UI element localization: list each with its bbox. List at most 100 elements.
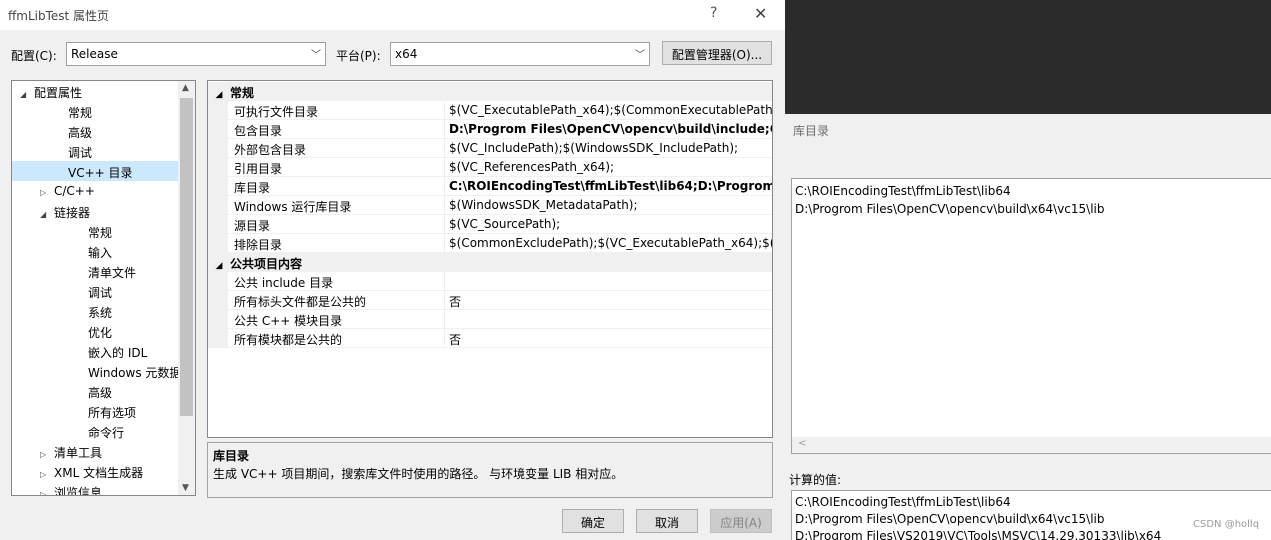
platform-combo[interactable]: x64 ﹀ — [390, 42, 650, 66]
property-value[interactable]: $(VC_IncludePath);$(WindowsSDK_IncludePa… — [444, 139, 772, 158]
horizontal-scrollbar[interactable]: < — [792, 437, 1271, 453]
expand-icon[interactable]: ▷ — [40, 188, 54, 197]
grid-row[interactable]: 源目录 $(VC_SourcePath); — [208, 215, 772, 234]
tree-item[interactable]: 调试 — [12, 281, 178, 301]
grid-row[interactable]: 可执行文件目录 $(VC_ExecutablePath_x64);$(Common… — [208, 101, 772, 120]
tree-item-label: 浏览信息 — [54, 486, 103, 496]
tree-item[interactable]: 嵌入的 IDL — [12, 341, 178, 361]
config-manager-button[interactable]: 配置管理器(O)... — [662, 41, 772, 65]
property-tree[interactable]: ▷ 浏览信息 ▷ XML 文档生成器 ▷ 清单工具 命令行 所有选项 高级 Windows 元数据… — [11, 80, 196, 496]
scroll-up-icon[interactable]: ▲ — [182, 83, 189, 93]
tree-item[interactable]: 命令行 — [12, 421, 178, 441]
expand-icon[interactable]: ▷ — [40, 450, 54, 459]
property-grid[interactable]: ◢ 常规 可执行文件目录 $(VC_ExecutablePath_x64);$(Com… — [207, 80, 773, 438]
tree-item-label: 高级 — [68, 126, 93, 140]
list-item: D:\Progrom Files\OpenCV\opencv\build\x64… — [795, 512, 1105, 526]
config-label: 配置(C): — [11, 49, 57, 63]
grid-category[interactable]: ◢ 公共项目内容 — [208, 253, 772, 272]
tree-item[interactable]: 所有选项 — [12, 401, 178, 421]
property-name: Windows 运行库目录 — [234, 200, 352, 214]
grid-gutter — [208, 158, 228, 177]
list-item[interactable]: C:\ROIEncodingTest\ffmLibTest\lib64 — [795, 184, 1011, 198]
tree-item[interactable]: ▷ C/C++ — [12, 181, 178, 201]
tree-item[interactable]: 高级 — [12, 381, 178, 401]
tree-item[interactable]: 清单文件 — [12, 261, 178, 281]
property-value[interactable] — [444, 310, 772, 329]
tree-item[interactable]: 调试 — [12, 141, 178, 161]
collapse-icon[interactable]: ◢ — [20, 90, 34, 99]
property-value[interactable]: $(VC_ReferencesPath_x64); — [444, 158, 772, 177]
grid-row[interactable]: 公共 C++ 模块目录 — [208, 310, 772, 329]
expand-icon[interactable]: ▷ — [40, 490, 54, 495]
tree-item[interactable]: 常规 — [12, 101, 178, 121]
tree-item[interactable]: Windows 元数据 — [12, 361, 181, 381]
tree-item[interactable]: ▷ 浏览信息 — [12, 481, 178, 496]
property-name: 排除目录 — [234, 238, 283, 252]
window-title: ffmLibTest 属性页 — [8, 9, 110, 23]
tree-item[interactable]: ▷ XML 文档生成器 — [12, 461, 178, 481]
list-item[interactable]: D:\Progrom Files\OpenCV\opencv\build\x64… — [795, 202, 1105, 216]
property-name: 源目录 — [234, 219, 271, 233]
help-icon[interactable]: ? — [710, 5, 717, 21]
computed-values-list: C:\ROIEncodingTest\ffmLibTest\lib64 D:\P… — [791, 490, 1271, 540]
collapse-icon[interactable]: ◢ — [40, 210, 54, 219]
tree-item[interactable]: VC++ 目录 — [12, 161, 178, 181]
collapse-icon[interactable]: ◢ — [208, 90, 230, 100]
property-value[interactable]: D:\Progrom Files\OpenCV\opencv\build\inc… — [444, 120, 772, 139]
config-combo[interactable]: Release ﹀ — [66, 42, 326, 66]
tree-item[interactable]: ◢ 链接器 — [12, 201, 178, 221]
scroll-thumb[interactable] — [180, 98, 193, 416]
property-value[interactable]: $(VC_SourcePath); — [444, 215, 772, 234]
list-item: D:\Progrom Files\VS2019\VC\Tools\MSVC\14… — [795, 529, 1162, 540]
collapse-icon[interactable]: ◢ — [208, 261, 230, 271]
property-value[interactable]: $(VC_ExecutablePath_x64);$(CommonExecuta… — [444, 101, 772, 120]
tree-item-label: 嵌入的 IDL — [88, 346, 148, 360]
grid-row[interactable]: 所有标头文件都是公共的 否 — [208, 291, 772, 310]
directory-list[interactable]: C:\ROIEncodingTest\ffmLibTest\lib64 D:\P… — [791, 178, 1271, 454]
property-value[interactable]: 否 — [444, 329, 772, 348]
scroll-down-icon[interactable]: ▼ — [182, 483, 189, 493]
property-value[interactable] — [444, 272, 772, 291]
tree-item[interactable]: 常规 — [12, 221, 178, 241]
property-value[interactable]: 否 — [444, 291, 772, 310]
grid-category-label: 常规 — [230, 86, 255, 100]
ok-button[interactable]: 确定 — [562, 509, 624, 533]
property-value[interactable]: $(WindowsSDK_MetadataPath); — [444, 196, 772, 215]
grid-row[interactable]: 所有模块都是公共的 否 — [208, 329, 772, 348]
grid-category-label: 公共项目内容 — [230, 257, 303, 271]
grid-gutter — [208, 101, 228, 120]
grid-row[interactable]: 排除目录 $(CommonExcludePath);$(VC_Executable… — [208, 234, 772, 253]
property-value[interactable]: C:\ROIEncodingTest\ffmLibTest\lib64;D:\P… — [444, 177, 772, 196]
tree-item[interactable]: 高级 — [12, 121, 178, 141]
description-text: 生成 VC++ 项目期间，搜索库文件时使用的路径。 与环境变量 LIB 相对应。 — [213, 467, 624, 481]
cancel-button[interactable]: 取消 — [636, 509, 698, 533]
description-panel: 库目录 生成 VC++ 项目期间，搜索库文件时使用的路径。 与环境变量 LIB … — [207, 442, 773, 498]
chevron-down-icon: ﹀ — [635, 50, 645, 61]
tree-item[interactable]: ◢ 配置属性 — [12, 81, 178, 101]
apply-button[interactable]: 应用(A) — [710, 509, 772, 533]
close-icon[interactable]: ✕ — [754, 4, 767, 23]
grid-category[interactable]: ◢ 常规 — [208, 82, 772, 101]
grid-row[interactable]: 包含目录 D:\Progrom Files\OpenCV\opencv\build… — [208, 120, 772, 139]
grid-row[interactable]: Windows 运行库目录 $(WindowsSDK_MetadataPath); — [208, 196, 772, 215]
tree-item[interactable]: ▷ 清单工具 — [12, 441, 178, 461]
property-value[interactable]: $(CommonExcludePath);$(VC_ExecutablePath… — [444, 234, 772, 253]
grid-gutter — [208, 310, 228, 329]
background-dark-area — [785, 0, 1271, 114]
property-name: 可执行文件目录 — [234, 105, 319, 119]
property-name: 引用目录 — [234, 162, 283, 176]
expand-icon[interactable]: ▷ — [40, 470, 54, 479]
title-bar: ffmLibTest 属性页 ? ✕ — [0, 0, 785, 30]
grid-row[interactable]: 公共 include 目录 — [208, 272, 772, 291]
tree-item-label: 清单工具 — [54, 446, 103, 460]
grid-row[interactable]: 引用目录 $(VC_ReferencesPath_x64); — [208, 158, 772, 177]
scroll-left-icon[interactable]: < — [798, 438, 806, 449]
grid-gutter — [208, 291, 228, 310]
tree-item[interactable]: 输入 — [12, 241, 178, 261]
grid-row[interactable]: 库目录 C:\ROIEncodingTest\ffmLibTest\lib64;D… — [208, 177, 772, 196]
tree-item[interactable]: 系统 — [12, 301, 178, 321]
property-name: 库目录 — [234, 181, 271, 195]
grid-row[interactable]: 外部包含目录 $(VC_IncludePath);$(WindowsSDK_Inc… — [208, 139, 772, 158]
tree-item[interactable]: 优化 — [12, 321, 178, 341]
tree-scrollbar[interactable]: ▲ ▼ — [178, 81, 195, 495]
